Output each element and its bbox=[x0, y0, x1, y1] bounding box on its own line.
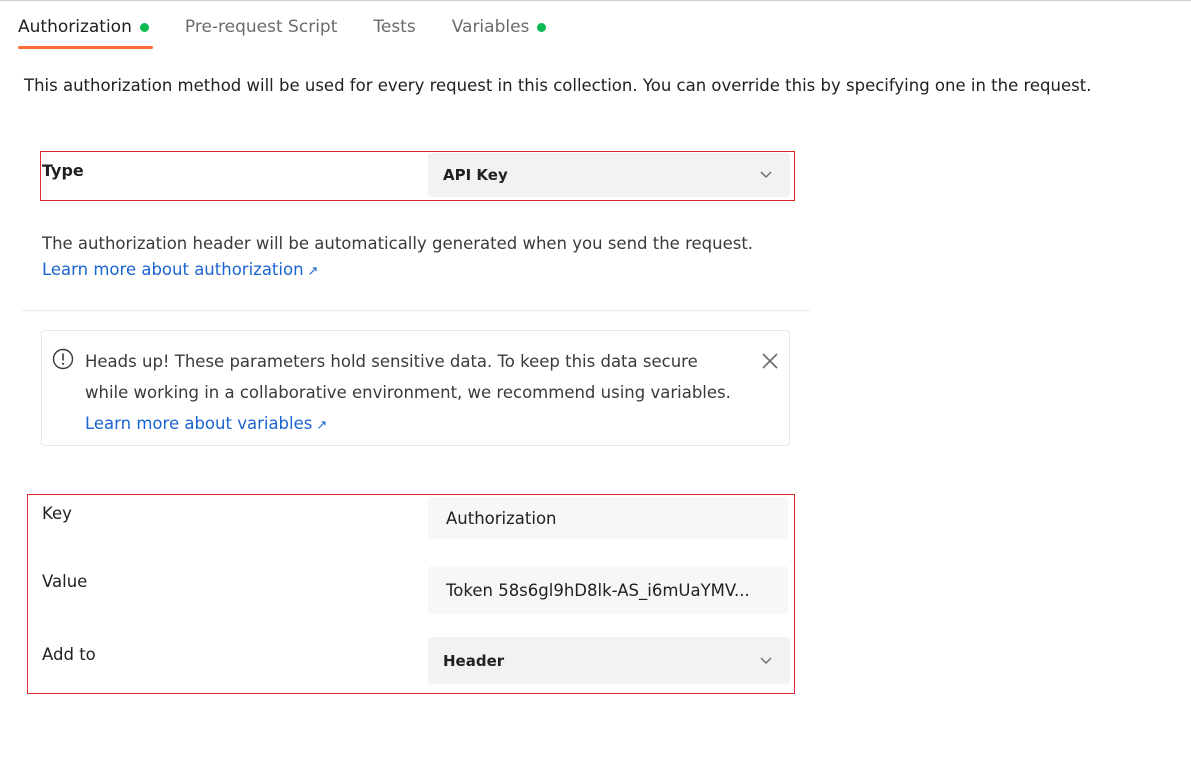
tab-variables[interactable]: Variables bbox=[452, 14, 547, 40]
close-icon[interactable] bbox=[760, 351, 780, 371]
chevron-down-icon bbox=[760, 657, 772, 664]
learn-more-authorization-link[interactable]: Learn more about authorization bbox=[42, 260, 304, 279]
value-input-value: Token 58s6gl9hD8lk-AS_i6mUaYMV... bbox=[446, 580, 750, 600]
auth-info: The authorization header will be automat… bbox=[42, 231, 753, 285]
sensitive-data-alert: Heads up! These parameters hold sensitiv… bbox=[41, 330, 790, 446]
auth-info-text: The authorization header will be automat… bbox=[42, 234, 754, 253]
status-dot-icon bbox=[537, 22, 547, 32]
tab-tests[interactable]: Tests bbox=[373, 14, 415, 40]
auth-type-value: API Key bbox=[443, 166, 508, 184]
tab-pre-request-script[interactable]: Pre-request Script bbox=[185, 14, 338, 40]
key-input-value: Authorization bbox=[446, 508, 557, 528]
info-circle-icon bbox=[52, 348, 74, 370]
status-dot-icon bbox=[139, 22, 149, 32]
external-link-arrow-icon: ↗ bbox=[316, 418, 328, 433]
add-to-select[interactable]: Header bbox=[428, 637, 790, 684]
auth-type-select[interactable]: API Key bbox=[428, 153, 790, 197]
alert-message: Heads up! These parameters hold sensitiv… bbox=[85, 346, 745, 441]
value-input[interactable]: Token 58s6gl9hD8lk-AS_i6mUaYMV... bbox=[428, 566, 788, 614]
chevron-down-icon bbox=[760, 171, 772, 178]
section-divider bbox=[22, 310, 810, 311]
add-to-label: Add to bbox=[42, 645, 96, 664]
tab-tests-label: Tests bbox=[373, 17, 416, 37]
tab-pre-request-script-label: Pre-request Script bbox=[184, 17, 338, 37]
tab-variables-label: Variables bbox=[451, 17, 530, 37]
tab-bar: Authorization Pre-request Script Tests V… bbox=[18, 14, 582, 50]
external-link-arrow-icon: ↗ bbox=[307, 264, 319, 279]
collection-auth-description: This authorization method will be used f… bbox=[24, 76, 1092, 95]
tab-authorization[interactable]: Authorization bbox=[18, 14, 153, 49]
value-label: Value bbox=[42, 572, 88, 591]
learn-more-variables-link[interactable]: Learn more about variables bbox=[85, 414, 312, 433]
key-input[interactable]: Authorization bbox=[428, 497, 788, 539]
add-to-value: Header bbox=[443, 651, 505, 670]
type-label: Type bbox=[42, 161, 84, 180]
active-tab-indicator bbox=[18, 46, 153, 49]
key-label: Key bbox=[42, 504, 72, 523]
alert-text: Heads up! These parameters hold sensitiv… bbox=[85, 352, 731, 402]
top-divider bbox=[0, 0, 1191, 1]
tab-authorization-label: Authorization bbox=[18, 17, 132, 37]
